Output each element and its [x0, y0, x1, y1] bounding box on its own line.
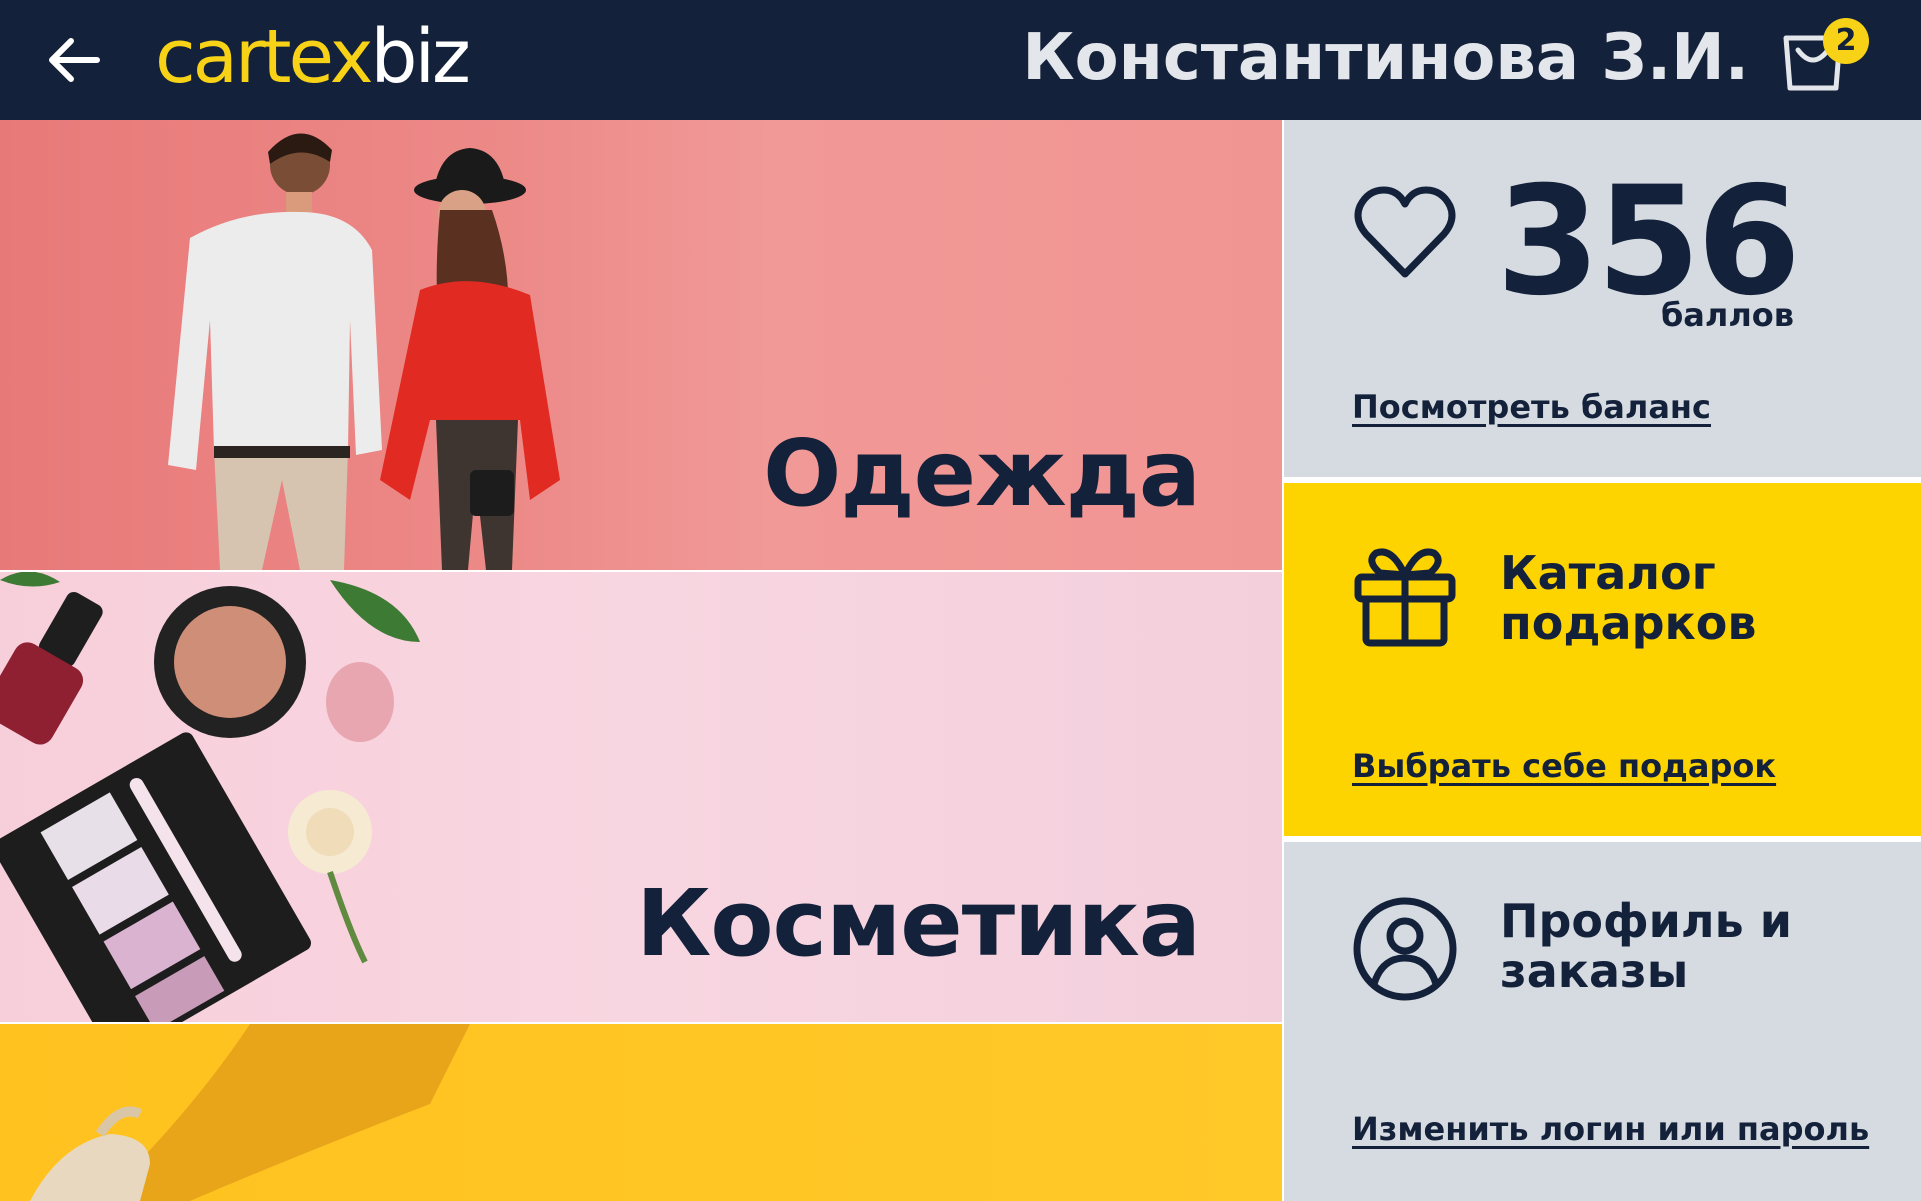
cosmetics-photo — [0, 572, 420, 1022]
category-clothes[interactable]: Одежда — [0, 120, 1282, 570]
category-shoes[interactable] — [0, 1024, 1282, 1201]
gift-catalog-title: Каталог подарков — [1500, 548, 1880, 648]
gift-title-line1: Каталог — [1500, 546, 1716, 600]
user-circle-icon — [1353, 897, 1457, 1001]
profile-title: Профиль и заказы — [1500, 896, 1880, 996]
change-login-link[interactable]: Изменить логин или пароль — [1352, 1110, 1869, 1148]
profile-card[interactable]: Профиль и заказы Изменить логин или паро… — [1284, 842, 1921, 1201]
shoes-photo — [30, 1024, 470, 1201]
category-title: Косметика — [636, 870, 1201, 977]
cart-count-badge: 2 — [1823, 18, 1869, 64]
clothes-photo — [168, 133, 560, 570]
back-button[interactable] — [44, 30, 104, 90]
gift-icon — [1354, 548, 1456, 647]
choose-gift-link[interactable]: Выбрать себе подарок — [1352, 747, 1776, 785]
user-name[interactable]: Константинова З.И. — [1022, 18, 1749, 98]
logo-text-cartex: cartex — [155, 14, 373, 100]
points-card[interactable]: 356 баллов Посмотреть баланс — [1284, 120, 1921, 477]
cartexbiz-logo[interactable]: cartexbiz — [155, 12, 471, 102]
view-balance-link[interactable]: Посмотреть баланс — [1352, 388, 1711, 426]
category-cosmetics[interactable]: Косметика — [0, 572, 1282, 1022]
woman-figure — [380, 148, 560, 570]
profile-title-line1: Профиль и — [1500, 894, 1792, 948]
points-unit: баллов — [1660, 296, 1794, 334]
heart-icon — [1354, 186, 1456, 278]
man-figure — [168, 133, 382, 570]
arrow-left-icon — [49, 38, 100, 82]
category-title: Одежда — [763, 420, 1201, 527]
logo-text-biz: biz — [370, 14, 471, 100]
gift-title-line2: подарков — [1500, 596, 1757, 650]
top-bar: cartexbiz Константинова З.И. 2 — [0, 0, 1921, 120]
profile-title-line2: заказы — [1500, 944, 1689, 998]
gift-catalog-card[interactable]: Каталог подарков Выбрать себе подарок — [1284, 483, 1921, 836]
